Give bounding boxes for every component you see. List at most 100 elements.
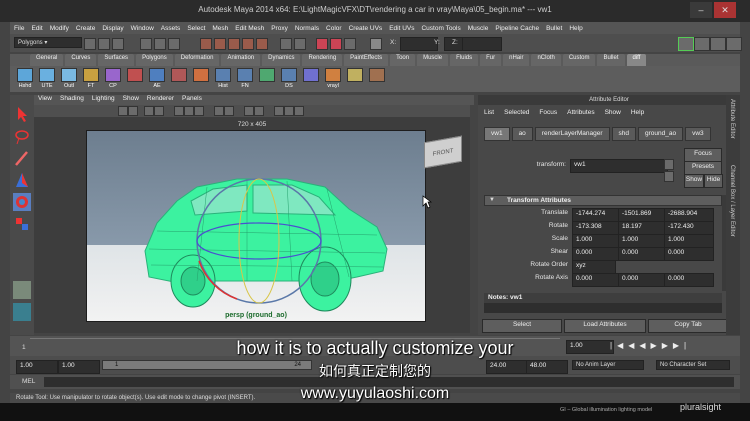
- menu-edit-uvs[interactable]: Edit UVs: [389, 25, 414, 32]
- attr-menu-help[interactable]: Help: [631, 109, 644, 116]
- shelf-tab-animation[interactable]: Animation: [221, 54, 261, 66]
- rotate-tool-icon[interactable]: [13, 193, 31, 211]
- viewport-menu-view[interactable]: View: [38, 95, 52, 105]
- menu-create[interactable]: Create: [76, 25, 96, 32]
- attr-menu-focus[interactable]: Focus: [539, 109, 557, 116]
- viewport-menu-shading[interactable]: Shading: [60, 95, 84, 105]
- attr-tab-vw1[interactable]: vw1: [484, 127, 510, 141]
- go-to-output-icon[interactable]: [664, 171, 674, 182]
- shelf-icon-ute[interactable]: UTE: [38, 68, 56, 90]
- shelf-icon-vrayl[interactable]: vrayl: [324, 68, 342, 90]
- menu-create-uvs[interactable]: Create UVs: [349, 25, 383, 32]
- smooth-shade-icon[interactable]: [184, 106, 194, 116]
- shelf-tab-rendering[interactable]: Rendering: [302, 54, 343, 66]
- safe-action-icon[interactable]: [284, 106, 294, 116]
- show-modeling-toolkit-icon[interactable]: [678, 37, 694, 51]
- input-ops-icon[interactable]: [280, 38, 292, 50]
- side-tab-attribute-editor[interactable]: Attribute Editor: [729, 99, 735, 169]
- shelf-tab-general[interactable]: General: [30, 54, 64, 66]
- shelf-tab-bullet[interactable]: Bullet: [597, 54, 625, 66]
- menu-display[interactable]: Display: [102, 25, 123, 32]
- row-field-rotate-0[interactable]: -173.308: [572, 221, 622, 235]
- shelf-icon-tool-8[interactable]: [192, 68, 210, 90]
- snap-grid-icon[interactable]: [200, 38, 212, 50]
- shelf-tab-curves[interactable]: Curves: [65, 54, 97, 66]
- go-to-input-icon[interactable]: [664, 159, 674, 170]
- shelf-icon-ds[interactable]: DS: [280, 68, 298, 90]
- select-tool-icon[interactable]: [13, 105, 31, 123]
- camera-attributes-icon[interactable]: [118, 106, 128, 116]
- row-field-rotate-order-0[interactable]: xyz: [572, 260, 616, 274]
- notes-field[interactable]: [484, 303, 722, 313]
- snap-point-icon[interactable]: [228, 38, 240, 50]
- render-current-icon[interactable]: [316, 38, 328, 50]
- shelf-icon-hist[interactable]: Hist: [214, 68, 232, 90]
- snap-curve-icon[interactable]: [214, 38, 226, 50]
- layout-single-icon[interactable]: [13, 281, 31, 299]
- shelf-icon-tool-16[interactable]: [368, 68, 386, 90]
- menu-color[interactable]: Color: [326, 25, 342, 32]
- menu-proxy[interactable]: Proxy: [271, 25, 288, 32]
- x-field[interactable]: [400, 37, 438, 51]
- ipr-render-icon[interactable]: [330, 38, 342, 50]
- menu-mesh[interactable]: Mesh: [212, 25, 228, 32]
- snap-plane-icon[interactable]: [242, 38, 254, 50]
- shelf-tab-toon[interactable]: Toon: [390, 54, 416, 66]
- select-button[interactable]: Select: [482, 319, 562, 333]
- attr-menu-selected[interactable]: Selected: [504, 109, 529, 116]
- shelf-tab-surfaces[interactable]: Surfaces: [98, 54, 135, 66]
- row-field-rotate-1[interactable]: 18.197: [618, 221, 668, 235]
- select-component-icon[interactable]: [168, 38, 180, 50]
- open-scene-icon[interactable]: [98, 38, 110, 50]
- menu-edit[interactable]: Edit: [31, 25, 42, 32]
- shelf-tab-diff[interactable]: diff: [626, 54, 647, 66]
- row-field-translate-0[interactable]: -1744.274: [572, 208, 622, 222]
- shelf-icon-hshd[interactable]: Hshd: [16, 68, 34, 90]
- row-field-shear-0[interactable]: 0.000: [572, 247, 622, 261]
- shelf-tab-ncloth[interactable]: nCloth: [531, 54, 561, 66]
- viewport-menu-show[interactable]: Show: [123, 95, 139, 105]
- side-tab-channel-box[interactable]: Channel Box / Layer Editor: [729, 165, 735, 285]
- shelf-icon-tool-11[interactable]: [258, 68, 276, 90]
- xray-icon[interactable]: [254, 106, 264, 116]
- focus-button[interactable]: Focus: [684, 148, 722, 162]
- shelf-tab-fur[interactable]: Fur: [480, 54, 502, 66]
- row-field-translate-1[interactable]: -1501.869: [618, 208, 668, 222]
- scale-tool-icon[interactable]: [13, 215, 31, 233]
- attr-tab-ao[interactable]: ao: [511, 127, 533, 141]
- shelf-icon-cp[interactable]: CP: [104, 68, 122, 90]
- shelf-tab-nhair[interactable]: nHair: [503, 54, 530, 66]
- menu-custom-tools[interactable]: Custom Tools: [421, 25, 460, 32]
- attr-menu-show[interactable]: Show: [605, 109, 621, 116]
- menu-modify[interactable]: Modify: [50, 25, 69, 32]
- menu-bullet[interactable]: Bullet: [546, 25, 562, 32]
- scene-view[interactable]: persp (ground_ao): [86, 130, 426, 322]
- new-scene-icon[interactable]: [84, 38, 96, 50]
- menu-file[interactable]: File: [14, 25, 24, 32]
- show-tool-settings-icon[interactable]: [710, 37, 726, 51]
- menu-normals[interactable]: Normals: [295, 25, 319, 32]
- save-scene-icon[interactable]: [112, 38, 124, 50]
- attr-tab-renderlayermanager[interactable]: renderLayerManager: [534, 127, 610, 141]
- render-view-icon[interactable]: [13, 303, 31, 321]
- viewport-menu-panels[interactable]: Panels: [182, 95, 202, 105]
- viewport-menu-renderer[interactable]: Renderer: [147, 95, 174, 105]
- row-field-scale-2[interactable]: 1.000: [664, 234, 714, 248]
- row-field-rotate-2[interactable]: -172.430: [664, 221, 714, 235]
- menu-pipeline-cache[interactable]: Pipeline Cache: [495, 25, 539, 32]
- copy-tab-button[interactable]: Copy Tab: [648, 319, 728, 333]
- make-live-icon[interactable]: [256, 38, 268, 50]
- load-attributes-button[interactable]: Load Attributes: [564, 319, 646, 333]
- menu-select[interactable]: Select: [187, 25, 205, 32]
- shadows-icon[interactable]: [224, 106, 234, 116]
- presets-button[interactable]: Presets: [684, 161, 722, 175]
- shelf-icon-tool-15[interactable]: [346, 68, 364, 90]
- transform-attributes-header[interactable]: ▼ Transform Attributes: [484, 195, 722, 206]
- attr-menu-attributes[interactable]: Attributes: [567, 109, 594, 116]
- show-button[interactable]: Show: [684, 174, 704, 188]
- resolution-gate-icon[interactable]: [274, 106, 284, 116]
- shelf-icon-tool-5[interactable]: [126, 68, 144, 90]
- shelf-tab-deformation[interactable]: Deformation: [174, 54, 220, 66]
- isolate-select-icon[interactable]: [244, 106, 254, 116]
- shelf-tab-dynamics[interactable]: Dynamics: [262, 54, 301, 66]
